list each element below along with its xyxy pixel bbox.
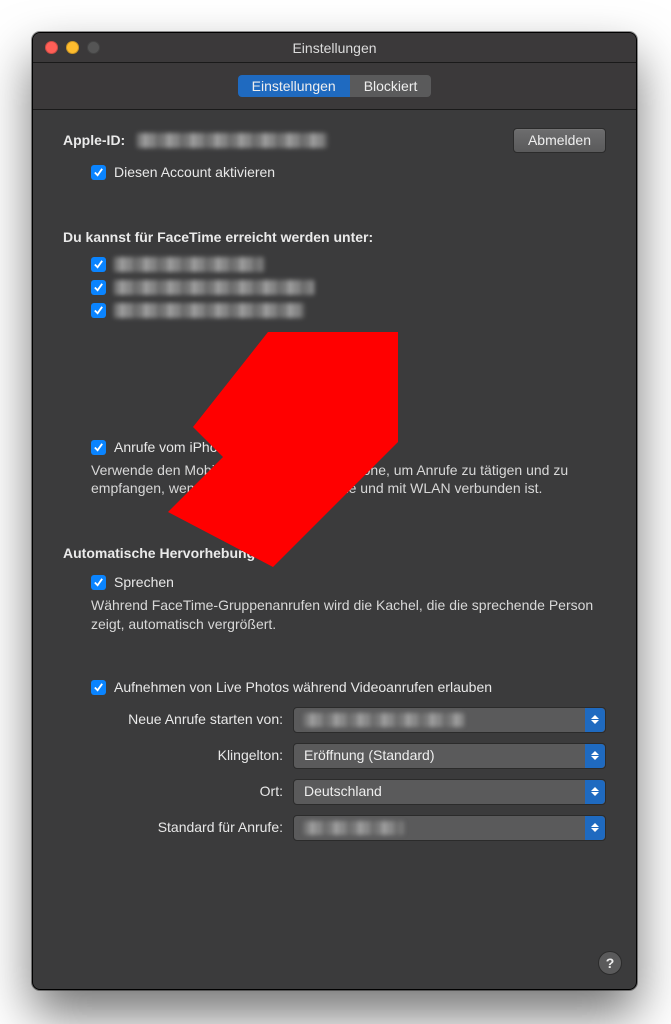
location-label: Ort:: [63, 782, 293, 801]
chevron-up-down-icon: [585, 780, 605, 804]
window-title: Einstellungen: [33, 40, 636, 56]
toolbar: Einstellungen Blockiert: [33, 63, 636, 110]
iphone-calls-label: Anrufe vom iPhone: [114, 438, 233, 457]
activate-account-label: Diesen Account aktivieren: [114, 163, 275, 182]
tab-blocked[interactable]: Blockiert: [350, 75, 432, 97]
default-calls-value-redacted: [304, 821, 404, 835]
reachable-value-1-redacted: [114, 257, 264, 272]
chevron-up-down-icon: [585, 708, 605, 732]
reachable-value-3-redacted: [114, 303, 304, 318]
minimize-button[interactable]: [66, 41, 79, 54]
ringtone-value: Eröffnung (Standard): [304, 746, 435, 765]
live-photos-label: Aufnehmen von Live Photos während Videoa…: [114, 678, 492, 697]
preferences-window: Einstellungen Einstellungen Blockiert Ap…: [32, 32, 637, 990]
speak-checkbox[interactable]: [91, 575, 106, 590]
iphone-calls-checkbox[interactable]: [91, 440, 106, 455]
tabs: Einstellungen Blockiert: [238, 75, 432, 97]
default-calls-select[interactable]: [293, 815, 606, 841]
ringtone-label: Klingelton:: [63, 746, 293, 765]
help-button[interactable]: ?: [598, 951, 622, 975]
content: Apple-ID: Abmelden Diesen Account aktivi…: [33, 110, 636, 989]
live-photos-checkbox[interactable]: [91, 680, 106, 695]
chevron-up-down-icon: [585, 816, 605, 840]
iphone-calls-description: Verwende den Mobilfunkaccount deines iPh…: [63, 461, 606, 499]
auto-highlight-heading: Automatische Hervorhebung: [63, 544, 606, 563]
apple-id-value-redacted: [137, 133, 327, 148]
location-select[interactable]: Deutschland: [293, 779, 606, 805]
maximize-button: [87, 41, 100, 54]
auto-highlight-description: Während FaceTime-Gruppenanrufen wird die…: [63, 596, 606, 634]
reachable-checkbox-3[interactable]: [91, 303, 106, 318]
new-calls-from-label: Neue Anrufe starten von:: [63, 710, 293, 729]
apple-id-label: Apple-ID:: [63, 131, 125, 150]
reachable-heading: Du kannst für FaceTime erreicht werden u…: [63, 228, 606, 247]
default-calls-label: Standard für Anrufe:: [63, 818, 293, 837]
sign-out-button[interactable]: Abmelden: [513, 128, 606, 153]
new-calls-from-value-redacted: [304, 713, 464, 727]
tab-settings[interactable]: Einstellungen: [238, 75, 350, 97]
chevron-up-down-icon: [585, 744, 605, 768]
location-value: Deutschland: [304, 782, 382, 801]
help-glyph: ?: [606, 954, 615, 973]
traffic-lights: [33, 41, 100, 54]
speak-label: Sprechen: [114, 573, 174, 592]
new-calls-from-select[interactable]: [293, 707, 606, 733]
titlebar: Einstellungen: [33, 33, 636, 63]
activate-account-checkbox[interactable]: [91, 165, 106, 180]
close-button[interactable]: [45, 41, 58, 54]
ringtone-select[interactable]: Eröffnung (Standard): [293, 743, 606, 769]
reachable-checkbox-1[interactable]: [91, 257, 106, 272]
reachable-checkbox-2[interactable]: [91, 280, 106, 295]
reachable-value-2-redacted: [114, 280, 314, 295]
